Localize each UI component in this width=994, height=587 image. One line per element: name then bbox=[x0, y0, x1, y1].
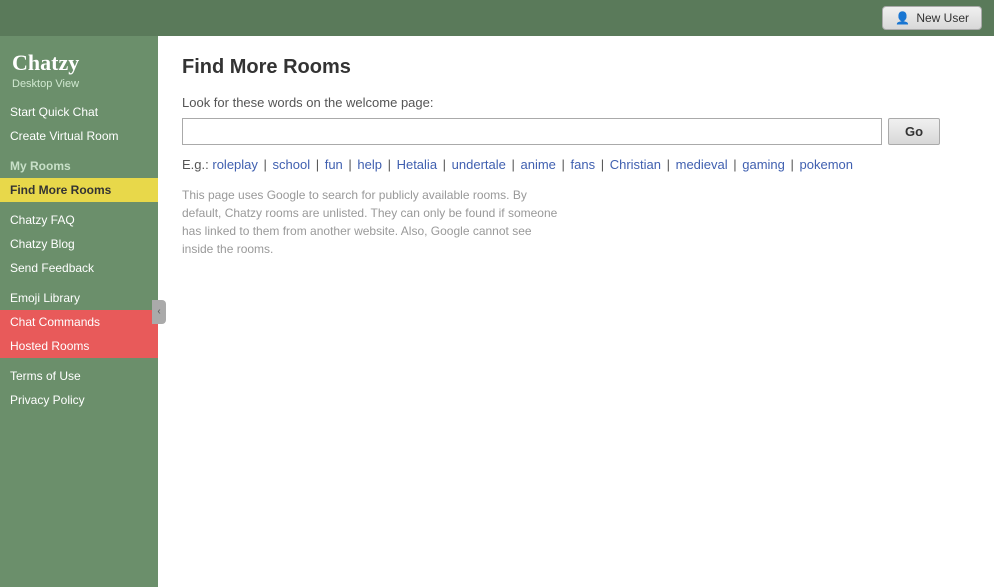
pipe-separator: | bbox=[558, 157, 569, 172]
examples-row: E.g.: roleplay | school | fun | help | H… bbox=[182, 157, 970, 172]
sidebar-item-emoji-library[interactable]: Emoji Library bbox=[0, 286, 158, 310]
example-link-school[interactable]: school bbox=[273, 157, 311, 172]
pipe-separator: | bbox=[312, 157, 323, 172]
sidebar-item-find-more-rooms[interactable]: Find More Rooms bbox=[0, 178, 158, 202]
sidebar-item-create-virtual-room[interactable]: Create Virtual Room bbox=[0, 124, 158, 148]
sidebar-collapse-button[interactable]: ‹ bbox=[152, 300, 166, 324]
pipe-separator: | bbox=[787, 157, 798, 172]
main-content: Find More Rooms Look for these words on … bbox=[158, 36, 994, 587]
example-link-roleplay[interactable]: roleplay bbox=[212, 157, 258, 172]
layout: Chatzy Desktop View Start Quick Chat Cre… bbox=[0, 36, 994, 587]
example-link-fun[interactable]: fun bbox=[325, 157, 343, 172]
topbar: 👤 New User bbox=[0, 0, 994, 36]
sidebar-item-terms-of-use[interactable]: Terms of Use bbox=[0, 364, 158, 388]
example-link-medieval[interactable]: medieval bbox=[676, 157, 728, 172]
pipe-separator: | bbox=[663, 157, 674, 172]
sidebar-item-send-feedback[interactable]: Send Feedback bbox=[0, 256, 158, 280]
example-link-gaming[interactable]: gaming bbox=[742, 157, 785, 172]
info-text: This page uses Google to search for publ… bbox=[182, 186, 562, 258]
sidebar: Chatzy Desktop View Start Quick Chat Cre… bbox=[0, 36, 158, 587]
sidebar-item-hosted-rooms[interactable]: Hosted Rooms bbox=[0, 334, 158, 358]
example-link-fans[interactable]: fans bbox=[571, 157, 596, 172]
app-logo: Chatzy bbox=[0, 44, 158, 78]
example-link-help[interactable]: help bbox=[357, 157, 382, 172]
page-title: Find More Rooms bbox=[182, 56, 970, 79]
pipe-separator: | bbox=[508, 157, 519, 172]
sidebar-item-start-quick-chat[interactable]: Start Quick Chat bbox=[0, 100, 158, 124]
example-link-hetalia[interactable]: Hetalia bbox=[397, 157, 437, 172]
new-user-label: New User bbox=[916, 11, 969, 25]
user-icon: 👤 bbox=[895, 11, 910, 25]
sidebar-item-chatzy-blog[interactable]: Chatzy Blog bbox=[0, 232, 158, 256]
pipe-separator: | bbox=[597, 157, 608, 172]
search-input[interactable] bbox=[182, 118, 882, 145]
pipe-separator: | bbox=[260, 157, 271, 172]
new-user-button[interactable]: 👤 New User bbox=[882, 6, 982, 30]
pipe-separator: | bbox=[345, 157, 356, 172]
go-button[interactable]: Go bbox=[888, 118, 940, 145]
pipe-separator: | bbox=[730, 157, 741, 172]
sidebar-item-privacy-policy[interactable]: Privacy Policy bbox=[0, 388, 158, 412]
sidebar-item-chat-commands[interactable]: Chat Commands bbox=[0, 310, 158, 334]
example-link-undertale[interactable]: undertale bbox=[452, 157, 506, 172]
desktop-view-label: Desktop View bbox=[0, 78, 158, 100]
search-row: Go bbox=[182, 118, 970, 145]
search-label: Look for these words on the welcome page… bbox=[182, 95, 970, 110]
examples-links: roleplay | school | fun | help | Hetalia… bbox=[212, 157, 853, 172]
sidebar-item-chatzy-faq[interactable]: Chatzy FAQ bbox=[0, 208, 158, 232]
example-link-christian[interactable]: Christian bbox=[610, 157, 661, 172]
sidebar-item-my-rooms[interactable]: My Rooms bbox=[0, 154, 158, 178]
examples-prefix: E.g.: bbox=[182, 157, 209, 172]
example-link-pokemon[interactable]: pokemon bbox=[800, 157, 853, 172]
pipe-separator: | bbox=[384, 157, 395, 172]
pipe-separator: | bbox=[439, 157, 450, 172]
example-link-anime[interactable]: anime bbox=[520, 157, 555, 172]
